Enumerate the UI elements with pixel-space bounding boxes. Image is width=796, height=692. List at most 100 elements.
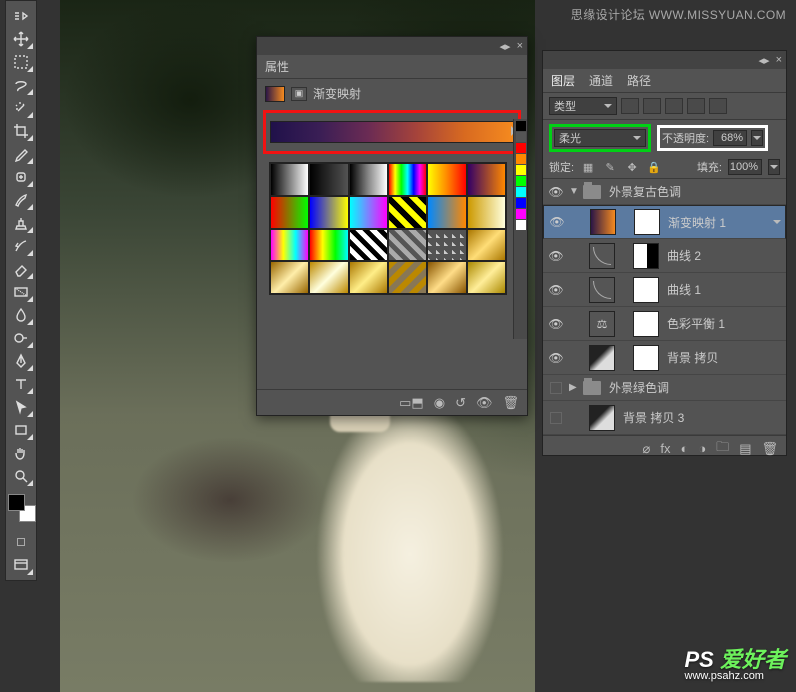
gradient-preset[interactable] xyxy=(270,163,309,196)
layer-row[interactable]: 👁 曲线 2 xyxy=(543,239,786,273)
lock-all-icon[interactable]: 🔒 xyxy=(646,160,662,174)
fill-stepper[interactable] xyxy=(768,159,780,175)
close-icon[interactable]: × xyxy=(776,54,782,66)
link-icon[interactable] xyxy=(619,317,629,331)
layer-thumb[interactable] xyxy=(589,277,615,303)
path-selection-tool[interactable] xyxy=(8,396,34,418)
dodge-tool[interactable] xyxy=(8,327,34,349)
fill-value[interactable]: 100% xyxy=(728,159,762,175)
gradient-preset[interactable] xyxy=(270,261,309,294)
gradient-preset[interactable] xyxy=(427,261,466,294)
gradient-preset[interactable] xyxy=(309,196,348,229)
gradient-preset[interactable] xyxy=(427,163,466,196)
visibility-icon[interactable] xyxy=(550,412,562,424)
filter-type-select[interactable]: 类型 xyxy=(549,97,617,115)
type-tool[interactable] xyxy=(8,373,34,395)
zoom-tool[interactable] xyxy=(8,465,34,487)
layer-name[interactable]: 渐变映射 1 xyxy=(668,214,769,231)
gradient-preset[interactable] xyxy=(467,261,506,294)
layer-row[interactable]: 👁⚖色彩平衡 1 xyxy=(543,307,786,341)
gradient-preset[interactable] xyxy=(427,229,466,262)
link-icon[interactable] xyxy=(620,215,630,229)
layer-thumb[interactable] xyxy=(590,209,616,235)
lock-image-icon[interactable]: ✎ xyxy=(602,160,618,174)
filter-pixel-icon[interactable] xyxy=(621,98,639,114)
blend-mode-select[interactable]: 柔光 xyxy=(554,129,646,147)
quick-mask-toggle[interactable] xyxy=(8,531,34,553)
layer-row[interactable]: 👁 背景 拷贝 xyxy=(543,341,786,375)
layer-name[interactable]: 曲线 2 xyxy=(667,247,782,264)
gradient-preset[interactable] xyxy=(270,196,309,229)
layer-name[interactable]: 外景复古色调 xyxy=(609,183,782,200)
lock-transparent-icon[interactable]: ▦ xyxy=(580,160,596,174)
gradient-preset[interactable] xyxy=(388,196,427,229)
link-layers-icon[interactable]: ⌀ xyxy=(643,441,651,457)
layer-row[interactable]: 背景 拷贝 3 xyxy=(543,401,786,435)
magic-wand-tool[interactable] xyxy=(8,97,34,119)
lasso-tool[interactable] xyxy=(8,74,34,96)
move-tool[interactable] xyxy=(8,28,34,50)
new-layer-icon[interactable]: ▤ xyxy=(739,441,751,457)
gradient-preset[interactable] xyxy=(309,261,348,294)
gradient-preset[interactable] xyxy=(349,261,388,294)
layer-row[interactable]: ▶外景绿色调 xyxy=(543,375,786,401)
filter-type-icon[interactable] xyxy=(665,98,683,114)
swatch[interactable] xyxy=(516,176,526,186)
tab-channels[interactable]: 通道 xyxy=(589,72,613,89)
gradient-preset[interactable] xyxy=(309,229,348,262)
layer-name[interactable]: 曲线 1 xyxy=(667,281,782,298)
visibility-icon[interactable]: 👁 xyxy=(547,283,565,297)
gradient-preset[interactable] xyxy=(467,229,506,262)
gradient-preset[interactable] xyxy=(388,163,427,196)
delete-layer-icon[interactable]: 🗑 xyxy=(761,441,778,457)
filter-smart-icon[interactable] xyxy=(709,98,727,114)
pen-tool[interactable] xyxy=(8,350,34,372)
visibility-icon[interactable]: 👁 xyxy=(548,215,566,229)
swatch[interactable] xyxy=(516,154,526,164)
clip-to-layer-icon[interactable]: ▭⬒ xyxy=(399,395,424,411)
view-previous-icon[interactable]: ◉ xyxy=(434,395,445,411)
brush-tool[interactable] xyxy=(8,189,34,211)
eraser-tool[interactable] xyxy=(8,258,34,280)
layer-name[interactable]: 背景 拷贝 xyxy=(667,349,782,366)
collapse-icon[interactable]: ◂▸ xyxy=(759,54,770,67)
hand-tool[interactable] xyxy=(8,442,34,464)
clone-stamp-tool[interactable] xyxy=(8,212,34,234)
close-icon[interactable]: × xyxy=(517,40,523,52)
tab-paths[interactable]: 路径 xyxy=(627,72,651,89)
layer-thumb[interactable] xyxy=(589,345,615,371)
eyedropper-tool[interactable] xyxy=(8,143,34,165)
visibility-icon[interactable]: 👁 xyxy=(547,249,565,263)
swatch[interactable] xyxy=(516,132,526,142)
marquee-tool[interactable] xyxy=(8,51,34,73)
screen-mode-toggle[interactable] xyxy=(8,554,34,576)
new-adjustment-icon[interactable]: ◑ xyxy=(698,441,706,456)
rectangle-tool[interactable] xyxy=(8,419,34,441)
swatch[interactable] xyxy=(516,220,526,230)
filter-shape-icon[interactable] xyxy=(687,98,705,114)
layer-thumb[interactable] xyxy=(589,243,615,269)
layer-name[interactable]: 背景 拷贝 3 xyxy=(623,409,782,426)
layer-mask[interactable] xyxy=(633,243,659,269)
lock-position-icon[interactable]: ✥ xyxy=(624,160,640,174)
gradient-tool[interactable] xyxy=(8,281,34,303)
visibility-icon[interactable]: 👁 xyxy=(547,351,565,365)
swatch[interactable] xyxy=(516,198,526,208)
gradient-preset[interactable] xyxy=(270,229,309,262)
delete-icon[interactable]: 🗑 xyxy=(502,395,519,411)
swatch[interactable] xyxy=(516,165,526,175)
gradient-picker[interactable] xyxy=(270,121,514,143)
tab-layers[interactable]: 图层 xyxy=(551,72,575,89)
reset-icon[interactable]: ↺ xyxy=(455,395,466,411)
swatch[interactable] xyxy=(516,121,526,131)
gradient-preset[interactable] xyxy=(349,196,388,229)
add-mask-icon[interactable]: ◐ xyxy=(680,441,688,456)
opacity-value[interactable]: 68% xyxy=(713,130,747,146)
visibility-icon[interactable] xyxy=(550,382,562,394)
gradient-preset[interactable] xyxy=(467,196,506,229)
fx-icon[interactable]: fx xyxy=(660,441,670,456)
collapse-icon[interactable]: ◂▸ xyxy=(500,40,511,53)
layer-mask[interactable] xyxy=(633,311,659,337)
gradient-preset[interactable] xyxy=(349,163,388,196)
new-group-icon[interactable]: 🗀 xyxy=(716,438,729,460)
